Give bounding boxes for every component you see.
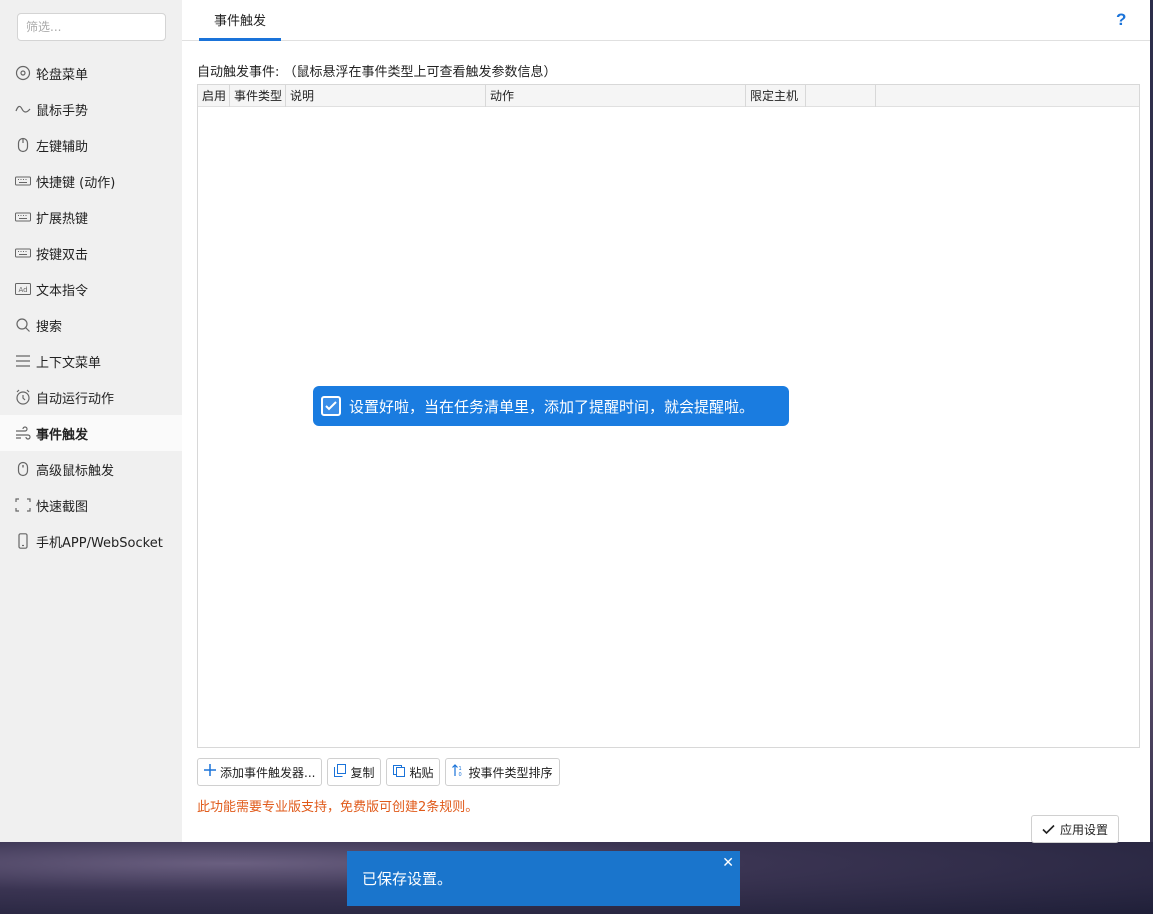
sort-by-type-button[interactable]: 10 按事件类型排序	[445, 758, 560, 786]
phone-icon	[14, 532, 32, 550]
sidebar-item-extended-hotkey[interactable]: 扩展热键	[0, 199, 182, 235]
section-description: 自动触发事件: （鼠标悬浮在事件类型上可查看触发参数信息）	[197, 65, 557, 80]
sidebar-item-label: 快捷键 (动作)	[36, 175, 116, 191]
add-trigger-label: 添加事件触发器...	[220, 765, 316, 780]
sidebar-item-auto-run[interactable]: 自动运行动作	[0, 379, 182, 415]
column-header-host[interactable]: 限定主机	[746, 85, 806, 107]
keyboard-icon	[14, 208, 32, 226]
crop-icon	[14, 496, 32, 514]
sidebar-item-label: 快速截图	[36, 499, 89, 515]
settings-window: 轮盘菜单 鼠标手势 左键辅助 快捷键 (动作) 扩展热键 按键双击	[0, 0, 1150, 843]
saved-notification: 已保存设置。 ✕	[347, 851, 740, 906]
clock-icon	[14, 388, 32, 406]
sidebar-item-mouse-gesture[interactable]: 鼠标手势	[0, 91, 182, 127]
apply-settings-button[interactable]: 应用设置	[1031, 815, 1119, 843]
sidebar-item-double-press[interactable]: 按键双击	[0, 235, 182, 271]
tab-event-trigger[interactable]: 事件触发	[199, 0, 281, 41]
mouse-icon	[14, 136, 32, 154]
plus-icon	[204, 764, 216, 780]
sidebar-item-text-command[interactable]: Ad 文本指令	[0, 271, 182, 307]
svg-text:Ad: Ad	[18, 286, 27, 294]
sidebar-item-label: 上下文菜单	[36, 355, 102, 371]
sidebar-item-advanced-mouse[interactable]: 高级鼠标触发	[0, 451, 182, 487]
sort-label: 按事件类型排序	[468, 765, 553, 780]
ad-icon: Ad	[14, 280, 32, 298]
sidebar-item-event-trigger[interactable]: 事件触发	[0, 415, 182, 451]
keyboard-icon	[14, 244, 32, 262]
sidebar-item-left-click-assist[interactable]: 左键辅助	[0, 127, 182, 163]
sidebar-item-label: 扩展热键	[36, 211, 89, 227]
column-header-event-type[interactable]: 事件类型	[230, 85, 286, 107]
sidebar-item-label: 事件触发	[36, 427, 89, 443]
tab-bar: 事件触发 ?	[182, 0, 1150, 41]
keyboard-icon	[14, 172, 32, 190]
column-header-extra[interactable]	[806, 85, 876, 107]
sidebar: 轮盘菜单 鼠标手势 左键辅助 快捷键 (动作) 扩展热键 按键双击	[0, 0, 182, 842]
paste-icon	[393, 764, 406, 781]
copy-label: 复制	[350, 765, 375, 780]
sidebar-item-label: 左键辅助	[36, 139, 89, 155]
sidebar-item-wheel-menu[interactable]: 轮盘菜单	[0, 55, 182, 91]
filter-input[interactable]	[17, 13, 166, 41]
sidebar-item-label: 轮盘菜单	[36, 67, 89, 83]
sidebar-item-quick-screenshot[interactable]: 快速截图	[0, 487, 182, 523]
sidebar-item-label: 鼠标手势	[36, 103, 89, 119]
checklist-icon	[321, 396, 341, 416]
table-toolbar: 添加事件触发器... 复制 粘贴 10 按事件类型排序	[197, 758, 565, 786]
sidebar-item-mobile-app[interactable]: 手机APP/WebSocket	[0, 523, 182, 559]
sidebar-item-label: 手机APP/WebSocket	[36, 535, 163, 551]
svg-text:0: 0	[459, 772, 462, 777]
table-header: 启用 事件类型 说明 动作 限定主机	[198, 85, 1139, 107]
copy-icon	[334, 763, 347, 781]
mouse-icon	[14, 460, 32, 478]
success-toast: 设置好啦，当在任务清单里，添加了提醒时间，就会提醒啦。	[313, 386, 789, 426]
sort-icon: 10	[452, 763, 464, 781]
sidebar-item-context-menu[interactable]: 上下文菜单	[0, 343, 182, 379]
copy-button[interactable]: 复制	[327, 758, 382, 786]
sidebar-nav: 轮盘菜单 鼠标手势 左键辅助 快捷键 (动作) 扩展热键 按键双击 Ad 文本指…	[0, 55, 182, 559]
sidebar-item-label: 文本指令	[36, 283, 89, 299]
sidebar-item-label: 高级鼠标触发	[36, 463, 115, 479]
notification-text: 已保存设置。	[362, 870, 453, 888]
search-icon	[14, 316, 32, 334]
toast-message: 设置好啦，当在任务清单里，添加了提醒时间，就会提醒啦。	[349, 397, 755, 416]
menu-icon	[14, 352, 32, 370]
close-icon[interactable]: ✕	[722, 855, 734, 871]
sidebar-item-search[interactable]: 搜索	[0, 307, 182, 343]
sidebar-item-label: 自动运行动作	[36, 391, 115, 407]
wheel-icon	[14, 64, 32, 82]
apply-settings-label: 应用设置	[1059, 822, 1108, 837]
help-icon[interactable]: ?	[1116, 10, 1126, 30]
sidebar-item-hotkey-action[interactable]: 快捷键 (动作)	[0, 163, 182, 199]
column-header-enabled[interactable]: 启用	[198, 85, 230, 107]
gesture-icon	[14, 100, 32, 118]
column-header-filler	[876, 85, 1137, 107]
check-icon	[1042, 824, 1055, 835]
main-panel: 事件触发 ? 自动触发事件: （鼠标悬浮在事件类型上可查看触发参数信息） 启用 …	[182, 0, 1150, 843]
add-trigger-button[interactable]: 添加事件触发器...	[197, 758, 323, 786]
column-header-action[interactable]: 动作	[486, 85, 746, 107]
wind-icon	[14, 424, 32, 442]
paste-label: 粘贴	[409, 765, 434, 780]
pro-version-warning: 此功能需要专业版支持，免费版可创建2条规则。	[197, 800, 479, 815]
sidebar-item-label: 按键双击	[36, 247, 89, 263]
sidebar-item-label: 搜索	[36, 319, 63, 335]
paste-button[interactable]: 粘贴	[386, 758, 441, 786]
column-header-description[interactable]: 说明	[286, 85, 486, 107]
